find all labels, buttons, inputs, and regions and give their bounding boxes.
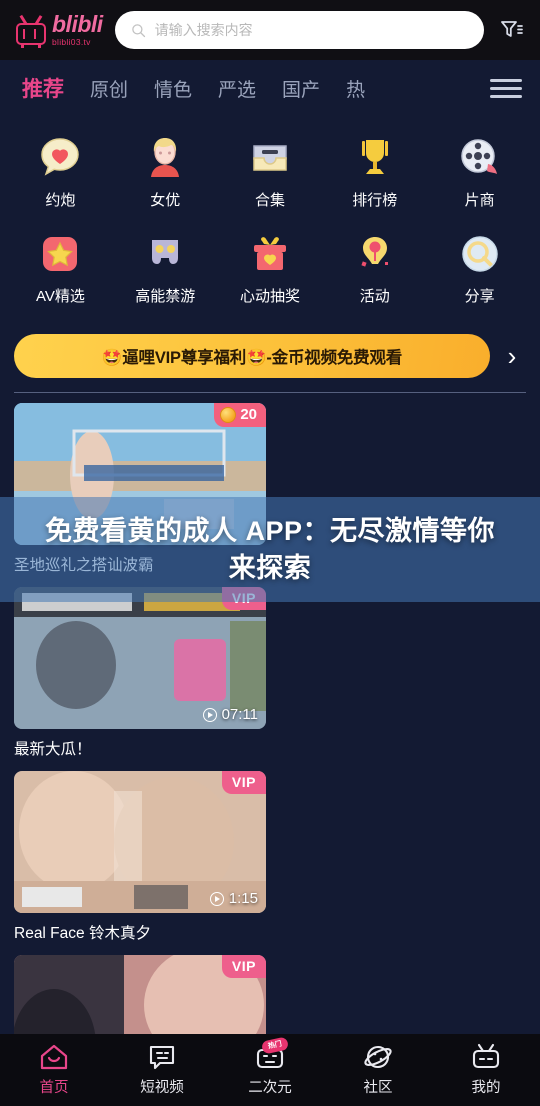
category-item-av-selection[interactable]: AV精选 — [8, 224, 113, 320]
category-label: 分享 — [464, 288, 495, 305]
search-bar[interactable] — [114, 11, 484, 49]
video-grid-top: 20 圣地巡礼之搭讪波霸 VIP 07:11 最新大瓜！ VIP 1:15 Re… — [0, 393, 540, 1106]
nav-label: 二次元 — [248, 1080, 292, 1096]
video-thumbnail[interactable]: VIP 07:11 — [14, 587, 266, 729]
filter-button[interactable] — [496, 15, 526, 45]
category-label: 片商 — [464, 192, 495, 209]
app-header: blibli blibli03.tv — [0, 0, 540, 60]
category-item-share[interactable]: 分享 — [427, 224, 532, 320]
video-duration: 1:15 — [209, 890, 258, 907]
heart-bubble-icon — [38, 136, 82, 180]
film-reel-icon — [458, 136, 502, 180]
category-label: 合集 — [254, 192, 285, 209]
gamepad-icon — [143, 232, 187, 276]
section-divider — [14, 392, 526, 393]
hamburger-menu-icon[interactable] — [490, 78, 522, 98]
coin-badge: 20 — [214, 403, 266, 427]
category-label: 高能禁游 — [135, 288, 196, 305]
vip-badge: VIP — [221, 771, 266, 794]
nav-label: 首页 — [39, 1080, 69, 1096]
app-logo[interactable]: blibli blibli03.tv — [14, 11, 103, 48]
nav-item-community[interactable]: 社区 — [324, 1043, 432, 1097]
video-thumbnail[interactable]: VIP 1:15 — [14, 771, 266, 913]
category-label: AV精选 — [35, 288, 85, 305]
video-card[interactable]: VIP 1:15 Real Face 铃木真夕 — [14, 771, 266, 943]
tab-hot[interactable]: 热 — [333, 75, 378, 102]
category-label: 心动抽奖 — [239, 288, 300, 305]
play-icon — [202, 707, 217, 722]
chevron-right-icon[interactable]: › — [498, 343, 526, 369]
coin-icon — [220, 406, 237, 423]
promo-pill[interactable]: 🤩逼哩VIP尊享福利🤩-金币视频免费观看 — [14, 334, 490, 378]
tab-recommend[interactable]: 推荐 — [18, 73, 77, 103]
tab-selected[interactable]: 严选 — [205, 75, 269, 102]
duration-text: 07:11 — [221, 706, 258, 723]
category-item-activity[interactable]: 活动 — [322, 224, 427, 320]
category-tab-bar: 推荐 原创 情色 严选 国产 热 — [0, 60, 540, 116]
search-icon — [131, 23, 145, 37]
vip-badge: VIP — [221, 955, 266, 978]
app-screen: blibli blibli03.tv 推荐 原创 情色 严选 国产 热 — [0, 0, 540, 1106]
nav-item-short-video[interactable]: 短视频 — [108, 1043, 216, 1097]
coin-count: 20 — [240, 406, 257, 423]
nav-item-anime[interactable]: 热门 二次元 — [216, 1036, 324, 1097]
category-item-games[interactable]: 高能禁游 — [113, 224, 218, 320]
category-label: 活动 — [359, 288, 390, 305]
nav-item-profile[interactable]: 我的 — [432, 1043, 540, 1097]
category-row-2: AV精选 高能禁游 心动抽奖 活动 分享 — [8, 224, 532, 320]
video-card[interactable]: 20 圣地巡礼之搭讪波霸 — [14, 403, 266, 575]
nav-label: 我的 — [471, 1080, 501, 1096]
inbox-folder-icon — [248, 136, 292, 180]
video-title: 圣地巡礼之搭讪波霸 — [14, 557, 154, 574]
tv-profile-icon — [470, 1043, 502, 1071]
category-item-actress[interactable]: 女优 — [113, 128, 218, 224]
tab-original[interactable]: 原创 — [77, 75, 141, 102]
planet-community-icon — [362, 1043, 394, 1071]
tv-icon — [14, 14, 48, 48]
vip-badge: VIP — [221, 587, 266, 610]
category-item-ranking[interactable]: 排行榜 — [322, 128, 427, 224]
promo-banner-1[interactable]: 🤩逼哩VIP尊享福利🤩-金币视频免费观看 › — [0, 326, 540, 388]
category-item-studio[interactable]: 片商 — [427, 128, 532, 224]
bottom-navigation-bar: 首页 短视频 热门 二次元 社区 我的 — [0, 1034, 540, 1106]
gift-box-icon — [248, 232, 292, 276]
video-title: 最新大瓜！ — [14, 741, 92, 758]
logo-wordmark: blibli — [52, 11, 103, 38]
tab-domestic[interactable]: 国产 — [269, 75, 333, 102]
category-label: 女优 — [150, 192, 181, 209]
short-video-chat-icon — [146, 1043, 178, 1071]
nav-label: 社区 — [363, 1080, 393, 1096]
category-item-lottery[interactable]: 心动抽奖 — [218, 224, 323, 320]
category-row-1: 约炮 女优 合集 排行榜 片商 — [8, 128, 532, 224]
trophy-icon — [353, 136, 397, 180]
duration-text: 1:15 — [228, 890, 258, 907]
play-icon — [209, 891, 224, 906]
category-item-collection[interactable]: 合集 — [218, 128, 323, 224]
promo-text: 🤩逼哩VIP尊享福利🤩-金币视频免费观看 — [101, 349, 403, 367]
logo-domain: blibli03.tv — [52, 37, 91, 48]
star-square-icon — [38, 232, 82, 276]
video-thumbnail[interactable]: 20 — [14, 403, 266, 545]
woman-avatar-icon — [143, 136, 187, 180]
video-duration: 07:11 — [202, 706, 258, 723]
tab-erotic[interactable]: 情色 — [141, 75, 205, 102]
nav-label: 短视频 — [140, 1080, 184, 1096]
filter-funnel-icon — [501, 21, 523, 37]
category-label: 排行榜 — [352, 192, 398, 209]
video-card[interactable]: VIP 07:11 最新大瓜！ — [14, 587, 266, 759]
search-input[interactable] — [154, 22, 468, 38]
share-circle-icon — [458, 232, 502, 276]
category-grid: 约炮 女优 合集 排行榜 片商 AV精选 高能禁游 心动抽奖 活动 分享 — [0, 116, 540, 326]
home-icon — [38, 1043, 70, 1071]
category-label: 约炮 — [45, 192, 76, 209]
category-item-hookup[interactable]: 约炮 — [8, 128, 113, 224]
nav-item-home[interactable]: 首页 — [0, 1043, 108, 1097]
balloon-pin-icon — [353, 232, 397, 276]
video-title: Real Face 铃木真夕 — [14, 925, 151, 942]
